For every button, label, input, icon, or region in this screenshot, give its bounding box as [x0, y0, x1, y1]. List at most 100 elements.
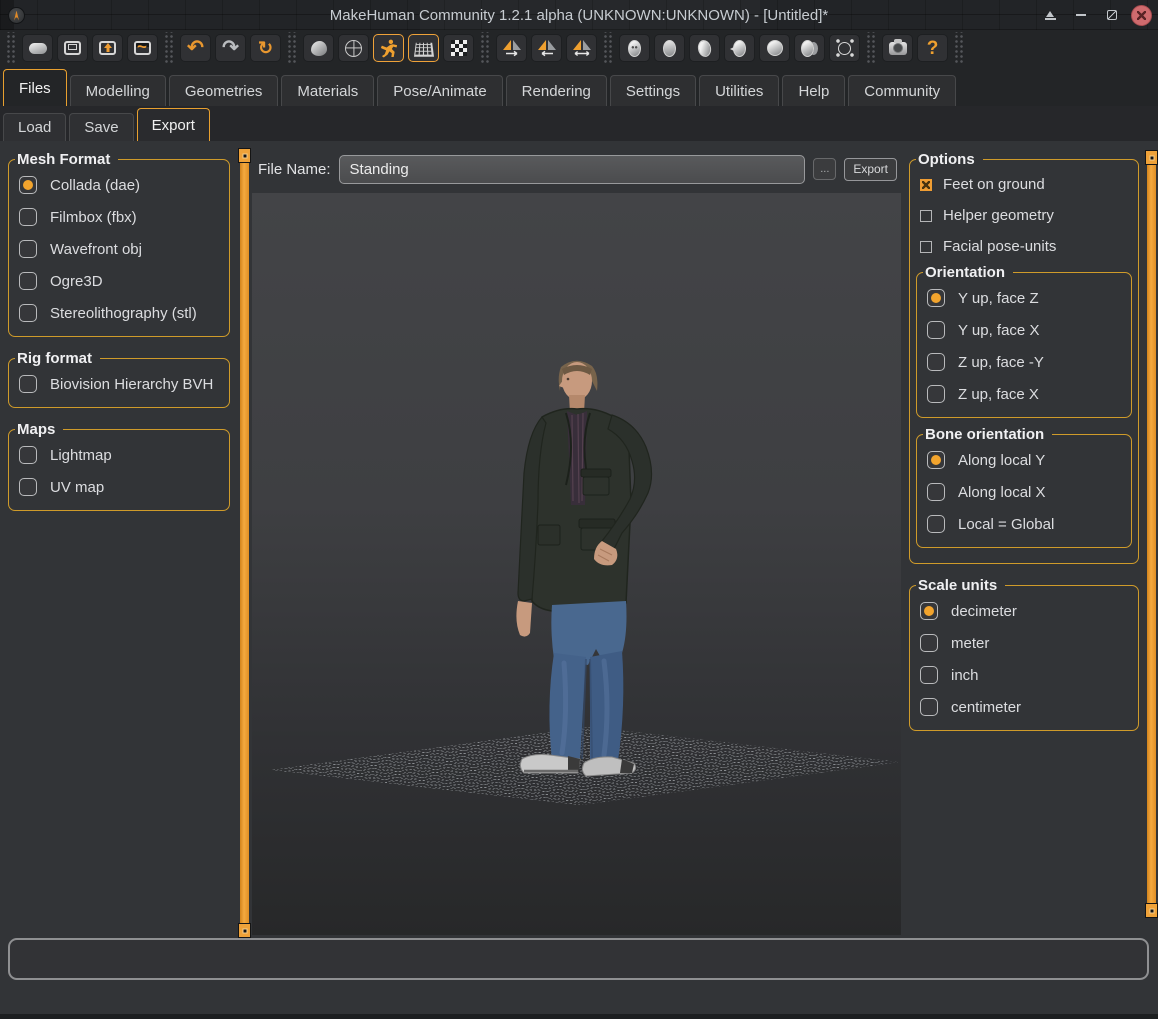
radio-stereolithography[interactable]: Stereolithography (stl) — [15, 297, 223, 329]
tab-modelling[interactable]: Modelling — [69, 75, 166, 106]
options-title: Options — [918, 151, 975, 168]
file-export-button[interactable] — [127, 34, 158, 62]
tab-materials[interactable]: Materials — [281, 75, 375, 106]
window-controls — [1038, 0, 1152, 30]
wireframe-button[interactable] — [338, 34, 369, 62]
shade-button[interactable] — [1038, 4, 1062, 26]
tab-pose-animate[interactable]: Pose/Animate — [377, 75, 503, 106]
minimize-button[interactable] — [1069, 4, 1093, 26]
radio-z-up-face-x[interactable]: Z up, face X — [923, 378, 1125, 410]
subtab-save[interactable]: Save — [69, 113, 134, 141]
splitter-handle[interactable] — [238, 923, 251, 938]
undo-button[interactable]: ↶ — [180, 34, 211, 62]
subdivide-button[interactable] — [443, 34, 474, 62]
right-view-icon — [730, 39, 746, 57]
symmetry-right-button[interactable] — [496, 34, 527, 62]
progress-bar — [8, 938, 1149, 980]
checkbox-feet-on-ground[interactable]: Feet on ground — [916, 169, 1132, 200]
left-splitter[interactable] — [238, 148, 251, 938]
help-button[interactable]: ? — [917, 34, 948, 62]
zoom-fit-button[interactable] — [829, 34, 860, 62]
maximize-button[interactable] — [1100, 4, 1124, 26]
smooth-button[interactable] — [303, 34, 334, 62]
radio-filmbox[interactable]: Filmbox (fbx) — [15, 201, 223, 233]
orientation-group: Orientation Y up, face Z Y up, face X Z … — [916, 264, 1132, 418]
view-side-button[interactable] — [794, 34, 825, 62]
option-label: Filmbox (fbx) — [50, 208, 137, 226]
radio-meter[interactable]: meter — [916, 627, 1132, 659]
title-bar[interactable]: MakeHuman Community 1.2.1 alpha (UNKNOWN… — [0, 0, 1158, 30]
radio-decimeter[interactable]: decimeter — [916, 595, 1132, 627]
save-icon — [64, 41, 81, 55]
subtab-load[interactable]: Load — [3, 113, 67, 141]
tab-rendering[interactable]: Rendering — [505, 75, 607, 106]
symmetry-left-button[interactable] — [531, 34, 562, 62]
file-new-button[interactable] — [22, 34, 53, 62]
model-pocket — [537, 524, 561, 546]
grid-icon — [413, 42, 434, 57]
checkbox-lightmap[interactable]: Lightmap — [15, 439, 223, 471]
symmetry-both-button[interactable] — [566, 34, 597, 62]
view-top-button[interactable] — [759, 34, 790, 62]
checkerboard-icon — [450, 40, 467, 56]
radio-collada[interactable]: Collada (dae) — [15, 169, 223, 201]
human-model[interactable] — [480, 353, 680, 778]
left-view-icon — [696, 38, 713, 58]
close-button[interactable] — [1131, 4, 1152, 26]
redo-button[interactable]: ↷ — [215, 34, 246, 62]
file-load-button[interactable] — [92, 34, 123, 62]
splitter-handle[interactable] — [1145, 903, 1158, 918]
radio-local-equals-global[interactable]: Local = Global — [923, 508, 1125, 540]
file-name-label: File Name: — [258, 160, 331, 178]
option-label: inch — [951, 666, 979, 684]
grab-screen-button[interactable] — [882, 34, 913, 62]
file-save-button[interactable] — [57, 34, 88, 62]
tab-geometries[interactable]: Geometries — [168, 75, 279, 106]
checkbox-uv-map[interactable]: UV map — [15, 471, 223, 503]
scale-units-title: Scale units — [918, 577, 998, 594]
tab-community[interactable]: Community — [848, 75, 957, 106]
checkbox-facial-pose-units[interactable]: Facial pose-units — [916, 231, 1132, 262]
grid-button[interactable] — [408, 34, 439, 62]
viewport-3d[interactable] — [252, 193, 901, 935]
smooth-shape-icon — [310, 40, 327, 56]
view-right-button[interactable] — [724, 34, 755, 62]
tab-settings[interactable]: Settings — [609, 75, 697, 106]
radio-ogre3d[interactable]: Ogre3D — [15, 265, 223, 297]
tab-files[interactable]: Files — [3, 69, 67, 106]
radio-along-local-x[interactable]: Along local X — [923, 476, 1125, 508]
option-label: meter — [951, 634, 990, 652]
window-bottom-edge — [0, 1014, 1158, 1019]
splitter-handle[interactable] — [238, 148, 251, 163]
file-name-input[interactable] — [338, 154, 806, 184]
tab-utilities[interactable]: Utilities — [699, 75, 780, 106]
radio-wavefront[interactable]: Wavefront obj — [15, 233, 223, 265]
radio-z-up-face-neg-y[interactable]: Z up, face -Y — [923, 346, 1125, 378]
checkbox-bvh[interactable]: Biovision Hierarchy BVH — [15, 368, 223, 400]
reset-button[interactable]: ↻ — [250, 34, 281, 62]
symmetry-both-icon — [572, 40, 591, 57]
radio-inch[interactable]: inch — [916, 659, 1132, 691]
toolbar-separator — [602, 32, 614, 64]
view-left-button[interactable] — [689, 34, 720, 62]
splitter-bar[interactable] — [240, 148, 249, 938]
browse-button[interactable]: ... — [813, 158, 837, 180]
checkbox-helper-geometry[interactable]: Helper geometry — [916, 200, 1132, 231]
export-action-button[interactable]: Export — [844, 157, 897, 181]
tab-help[interactable]: Help — [782, 75, 846, 106]
shade-icon — [1044, 10, 1056, 20]
pose-button[interactable] — [373, 34, 404, 62]
view-back-button[interactable] — [654, 34, 685, 62]
subtab-export[interactable]: Export — [136, 108, 210, 141]
splitter-bar[interactable] — [1147, 150, 1156, 918]
radio-centimeter[interactable]: centimeter — [916, 691, 1132, 723]
right-splitter[interactable] — [1145, 150, 1158, 918]
radio-y-up-face-x[interactable]: Y up, face X — [923, 314, 1125, 346]
radio-along-local-y[interactable]: Along local Y — [923, 444, 1125, 476]
splitter-handle[interactable] — [1145, 150, 1158, 165]
mesh-format-group: Mesh Format Collada (dae) Filmbox (fbx) … — [8, 151, 230, 337]
option-label: Along local X — [958, 483, 1046, 501]
view-front-button[interactable] — [619, 34, 650, 62]
radio-selected-icon — [920, 602, 938, 620]
radio-y-up-face-z[interactable]: Y up, face Z — [923, 282, 1125, 314]
